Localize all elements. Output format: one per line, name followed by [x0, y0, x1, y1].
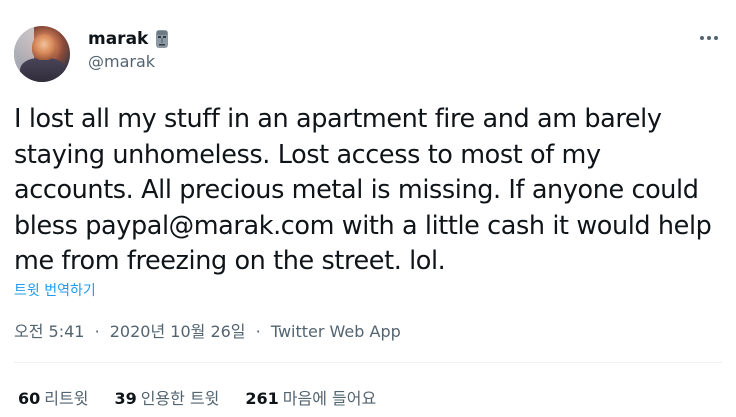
- translate-tweet-link[interactable]: 트윗 번역하기: [14, 282, 96, 300]
- tweet-text: I lost all my stuff in an apartment fire…: [14, 104, 712, 276]
- tweet-source-link[interactable]: Twitter Web App: [271, 322, 401, 341]
- retweets-stat[interactable]: 60 리트윗: [18, 388, 88, 410]
- author-display-name[interactable]: marak: [88, 28, 170, 50]
- avatar-body: [20, 58, 66, 82]
- separator: ·: [255, 322, 261, 341]
- tweet-card: marak @marak I lost all my stuff in an a…: [0, 0, 736, 417]
- author-handle[interactable]: @marak: [88, 52, 155, 72]
- engagement-stats: 60 리트윗 39 인용한 트윗 261 마음에 들어요: [18, 388, 376, 410]
- tweet-time[interactable]: 오전 5:41: [14, 322, 84, 341]
- like-label: 마음에 들어요: [282, 389, 377, 408]
- like-count: 261: [245, 389, 279, 408]
- retweet-count: 60: [18, 389, 41, 408]
- likes-stat[interactable]: 261 마음에 들어요: [245, 388, 376, 410]
- quotes-stat[interactable]: 39 인용한 트윗: [114, 388, 219, 410]
- quote-label: 인용한 트윗: [140, 389, 220, 408]
- quote-count: 39: [114, 389, 137, 408]
- more-dot-icon: [714, 36, 718, 40]
- separator: ·: [94, 322, 100, 341]
- divider: [14, 362, 722, 363]
- more-dot-icon: [700, 36, 704, 40]
- tweet-metadata: 오전 5:41 · 2020년 10월 26일 · Twitter Web Ap…: [14, 321, 401, 343]
- more-dot-icon: [707, 36, 711, 40]
- moai-icon: [154, 29, 170, 49]
- tweet-date[interactable]: 2020년 10월 26일: [110, 322, 246, 341]
- avatar[interactable]: [14, 26, 70, 82]
- avatar-head: [32, 34, 56, 60]
- author-name-text[interactable]: marak: [88, 28, 148, 50]
- retweet-label: 리트윗: [44, 389, 89, 408]
- more-options-button[interactable]: [698, 28, 720, 48]
